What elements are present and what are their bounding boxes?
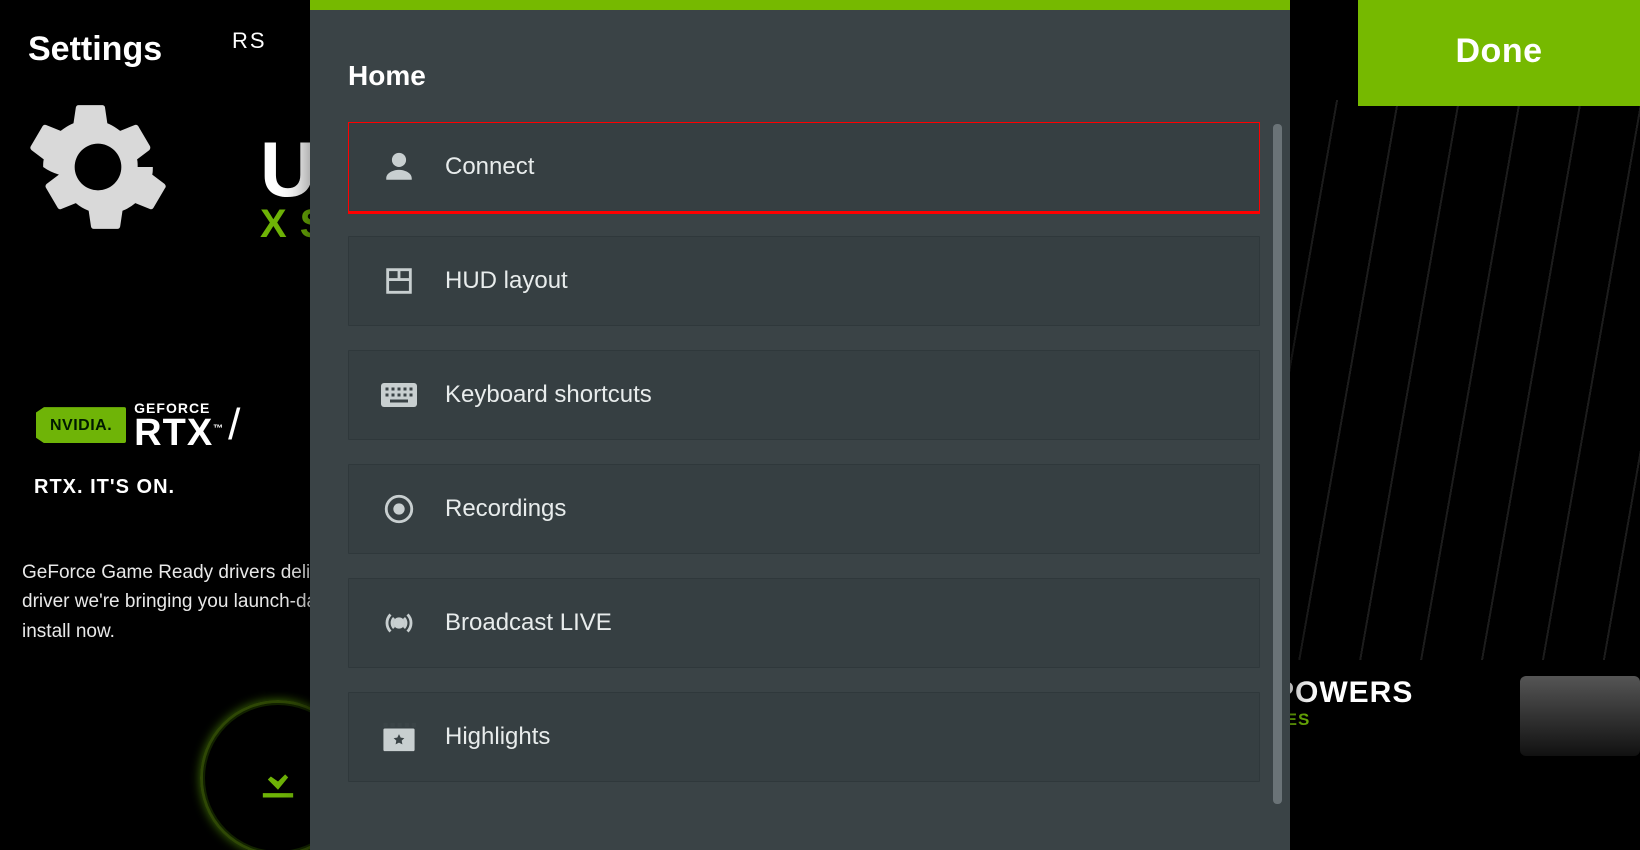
settings-block: Settings [28,30,168,242]
settings-panel: Home Connect HUD layout Keyboard shortcu… [310,0,1290,850]
settings-item-broadcast-live[interactable]: Broadcast LIVE [348,578,1260,668]
film-icon [379,721,419,753]
settings-item-hud-layout[interactable]: HUD layout [348,236,1260,326]
settings-item-label: Broadcast LIVE [445,609,612,637]
settings-item-label: Keyboard shortcuts [445,381,652,409]
settings-item-recordings[interactable]: Recordings [348,464,1260,554]
layout-icon [379,264,419,298]
scrollbar-thumb[interactable] [1273,124,1282,804]
settings-item-highlights[interactable]: Highlights [348,692,1260,782]
settings-item-label: HUD layout [445,267,568,295]
rtx-badge: NVIDIA. GEFORCE RTX™ / [36,400,240,450]
person-icon [379,150,419,184]
rtx-slash: / [228,400,240,450]
settings-item-label: Highlights [445,723,550,751]
settings-item-label: Recordings [445,495,566,523]
panel-title: Home [348,60,1290,92]
nvidia-logo: NVIDIA. [36,407,126,443]
record-icon [379,492,419,526]
rtx-word: RTX [134,412,213,454]
keyboard-icon [379,381,419,409]
settings-item-label: Connect [445,153,534,181]
settings-item-keyboard-shortcuts[interactable]: Keyboard shortcuts [348,350,1260,440]
settings-item-connect[interactable]: Connect [348,122,1260,212]
done-button[interactable]: Done [1358,0,1640,106]
drivers-tab-fragment: RS [232,28,267,54]
rtx-tagline: RTX. IT'S ON. [34,476,175,499]
settings-title: Settings [28,30,168,69]
download-icon [252,752,304,804]
settings-list: Connect HUD layout Keyboard shortcuts Re… [348,122,1260,850]
scrollbar[interactable] [1273,124,1282,834]
gear-icon-large [28,97,168,242]
panel-accent-bar [310,0,1290,10]
gpu-card-image [1520,676,1640,756]
nvidia-word: NVIDIA. [50,417,112,435]
broadcast-icon [379,606,419,640]
